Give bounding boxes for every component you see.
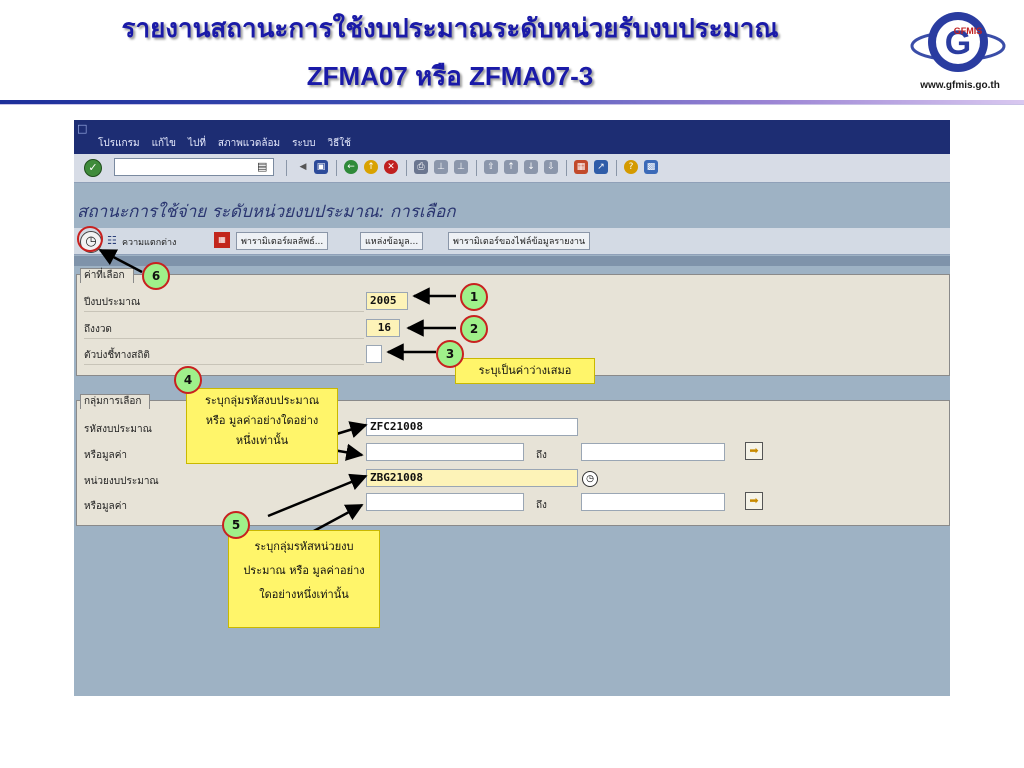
toolbar-separator	[616, 160, 617, 176]
back-triangle-icon[interactable]: ◀	[296, 160, 310, 174]
or-value-label-2: หรือมูลค่า	[84, 501, 127, 512]
menu-window-icon[interactable]: □	[77, 122, 87, 135]
command-field[interactable]	[114, 158, 274, 176]
stat-indicator-label: ตัวบ่งชี้ทางสถิติ	[84, 350, 150, 361]
toolbar-separator	[286, 160, 287, 176]
to-label-2: ถึง	[536, 500, 547, 511]
period-label: ถึงงวด	[84, 324, 112, 335]
row-line	[84, 364, 364, 365]
print-icon[interactable]: ⎙	[414, 160, 428, 174]
callout-3: ระบุเป็นค่าว่างเสมอ	[455, 358, 595, 384]
or-value-label-1: หรือมูลค่า	[84, 450, 127, 461]
back-icon[interactable]: ←	[344, 160, 358, 174]
cancel-icon[interactable]: ✕	[384, 160, 398, 174]
badge-5: 5	[222, 511, 250, 539]
search-help-icon[interactable]: ◷	[582, 471, 598, 487]
menu-items: โปรแกรม แก้ไข ไปที่ สภาพแวดล้อม ระบบ วิธ…	[98, 136, 351, 151]
menu-help[interactable]: วิธีใช้	[328, 136, 351, 151]
toolbar-separator	[336, 160, 337, 176]
budget-unit-field[interactable]: ZBG21008	[366, 469, 578, 487]
result-params-icon[interactable]: ▦	[214, 232, 230, 248]
stat-indicator-field[interactable]	[366, 345, 382, 363]
result-params-button[interactable]: พารามิเตอร์ผลลัพธ์...	[236, 232, 329, 250]
selection-values-label: ค่าที่เลือก	[80, 268, 134, 283]
period-field[interactable]: 16	[366, 319, 400, 337]
last-page-icon[interactable]: ⇩	[544, 160, 558, 174]
or-value-to-field-2[interactable]	[581, 493, 725, 511]
callout-4-line: หรือ มูลค่าอย่างใดอย่าง	[205, 414, 319, 427]
or-value-from-field-1[interactable]	[366, 443, 524, 461]
exit-icon[interactable]: ↑	[364, 160, 378, 174]
callout-4: ระบุกลุ่มรหัสงบประมาณ หรือ มูลค่าอย่างใด…	[186, 388, 338, 464]
toolbar-separator	[566, 160, 567, 176]
execute-highlight-ring	[77, 226, 103, 252]
next-page-icon[interactable]: ↓	[524, 160, 538, 174]
callout-4-line: หนึ่งเท่านั้น	[235, 434, 289, 447]
to-label-1: ถึง	[536, 450, 547, 461]
shortcut-icon[interactable]: ↗	[594, 160, 608, 174]
menu-bar: □ โปรแกรม แก้ไข ไปที่ สภาพแวดล้อม ระบบ ว…	[74, 120, 950, 154]
menu-goto[interactable]: ไปที่	[188, 136, 206, 151]
badge-6: 6	[142, 262, 170, 290]
layout-menu-icon[interactable]: ▩	[644, 160, 658, 174]
callout-4-line: ระบุกลุ่มรหัสงบประมาณ	[204, 394, 320, 407]
save-icon[interactable]: ▣	[314, 160, 328, 174]
badge-4: 4	[174, 366, 202, 394]
callout-5-line: ประมาณ หรือ มูลค่าอย่าง	[243, 564, 365, 577]
slide-title: รายงานสถานะการใช้งบประมาณระดับหน่วยรับงบ…	[121, 14, 779, 44]
data-source-button[interactable]: แหล่งข้อมูล...	[360, 232, 424, 250]
fiscal-year-label: ปีงบประมาณ	[84, 297, 141, 308]
multiple-selection-arrow-icon[interactable]: ➡	[745, 442, 763, 460]
badge-3: 3	[436, 340, 464, 368]
find-next-icon[interactable]: ⊥	[454, 160, 468, 174]
system-toolbar: ✓ ▤ ◀ ▣ ← ↑ ✕ ⎙ ⊥ ⊥ ⇧ ↑ ↓ ⇩ ▦ ↗ ? ▩	[74, 154, 950, 183]
callout-5: ระบุกลุ่มรหัสหน่วยงบ ประมาณ หรือ มูลค่าอ…	[228, 530, 380, 628]
budget-unit-label: หน่วยงบประมาณ	[84, 476, 159, 487]
menu-environment[interactable]: สภาพแวดล้อม	[218, 136, 280, 151]
screen-title: สถานะการใช้จ่าย ระดับหน่วยงบประมาณ: การเ…	[77, 202, 456, 222]
first-page-icon[interactable]: ⇧	[484, 160, 498, 174]
header-rule-thin	[0, 104, 1024, 105]
logo-url: www.gfmis.go.th	[920, 80, 1000, 91]
divider-strip	[74, 256, 950, 266]
budget-code-label: รหัสงบประมาณ	[84, 424, 152, 435]
menu-edit[interactable]: แก้ไข	[152, 136, 176, 151]
or-value-from-field-2[interactable]	[366, 493, 524, 511]
logo-text: GFMIS	[954, 26, 983, 36]
command-history-icon[interactable]: ▤	[257, 160, 267, 173]
menu-system[interactable]: ระบบ	[292, 136, 315, 151]
help-icon[interactable]: ?	[624, 160, 638, 174]
application-toolbar: ◷ ☷ ความแตกต่าง ▦ พารามิเตอร์ผลลัพธ์... …	[74, 228, 950, 255]
row-line	[84, 311, 364, 312]
find-icon[interactable]: ⊥	[434, 160, 448, 174]
toolbar-separator	[406, 160, 407, 176]
callout-5-line: ระบุกลุ่มรหัสหน่วยงบ	[254, 540, 354, 553]
multiple-selection-arrow-icon[interactable]: ➡	[745, 492, 763, 510]
callout-5-line: ใดอย่างหนึ่งเท่านั้น	[259, 588, 349, 601]
create-session-icon[interactable]: ▦	[574, 160, 588, 174]
toolbar-separator	[476, 160, 477, 176]
badge-2: 2	[460, 315, 488, 343]
globe-icon: G GFMIS	[910, 12, 1006, 72]
enter-check-icon[interactable]: ✓	[84, 159, 102, 177]
budget-code-field[interactable]: ZFC21008	[366, 418, 578, 436]
menu-program[interactable]: โปรแกรม	[98, 136, 140, 151]
previous-page-icon[interactable]: ↑	[504, 160, 518, 174]
selection-group-label: กลุ่มการเลือก	[80, 394, 151, 409]
or-value-to-field-1[interactable]	[581, 443, 725, 461]
file-params-button[interactable]: พารามิเตอร์ของไฟล์ข้อมูลรายงาน	[448, 232, 591, 250]
hierarchy-icon[interactable]: ☷	[107, 234, 117, 247]
badge-1: 1	[460, 283, 488, 311]
slide-subtitle: ZFMA07 หรือ ZFMA07-3	[306, 61, 594, 91]
fiscal-year-field[interactable]: 2005	[366, 292, 408, 310]
row-line	[84, 338, 364, 339]
diff-button[interactable]: ความแตกต่าง	[122, 235, 176, 249]
